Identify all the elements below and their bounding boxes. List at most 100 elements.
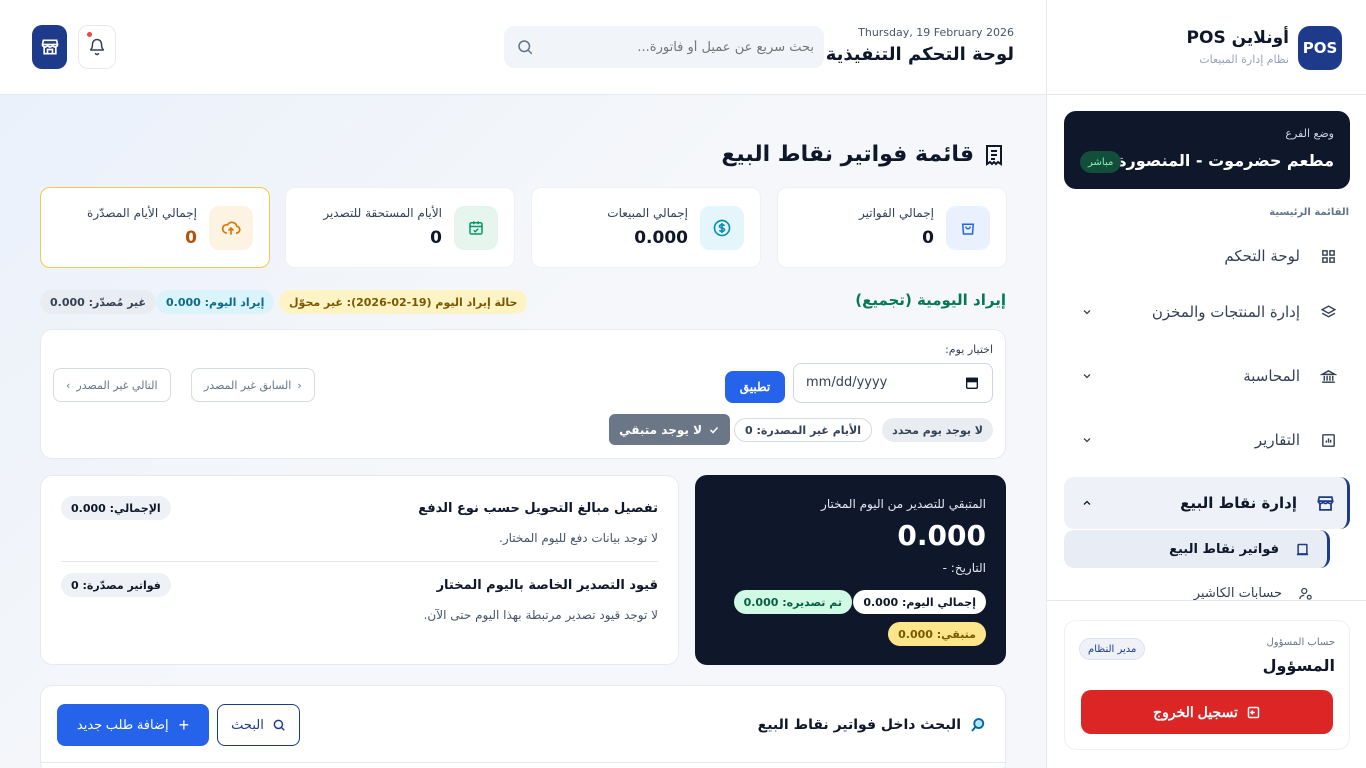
remaining-date: التاريخ: - bbox=[942, 561, 986, 575]
stat-days-due-export: الأيام المستحقة للتصدير 0 bbox=[285, 187, 515, 268]
search-button-label: البحث bbox=[231, 717, 264, 733]
stat-value: 0 bbox=[922, 228, 934, 248]
export-empty-text: لا توجد قيود تصدير مرتبطة بهذا اليوم حتى… bbox=[423, 608, 658, 622]
search-icon bbox=[518, 40, 533, 55]
brand-name: أونلاين POS bbox=[1186, 28, 1289, 48]
nav-item-products[interactable]: إدارة المنتجات والمخزن bbox=[1064, 287, 1350, 337]
role-badge: مدير النظام bbox=[1079, 638, 1146, 660]
account-name: المسؤول bbox=[1262, 656, 1335, 675]
stat-total-sales: إجمالي المبيعات 0.000 bbox=[531, 187, 761, 268]
chevron-down-icon[interactable] bbox=[1080, 369, 1094, 383]
calendar-check-icon bbox=[454, 206, 498, 250]
no-remaining-chip: لا يوجد متبقي bbox=[609, 414, 730, 445]
nav-item-label: لوحة التحكم bbox=[1224, 247, 1300, 265]
divider bbox=[41, 762, 1007, 763]
grid-icon bbox=[1318, 246, 1338, 266]
exported-invoices-pill: فواتير مصدّرة: 0 bbox=[61, 573, 171, 597]
chevron-up-icon[interactable] bbox=[1080, 496, 1094, 510]
date-input[interactable]: mm/dd/yyyy bbox=[793, 363, 993, 403]
stat-value: 0 bbox=[185, 228, 197, 248]
branch-label: وضع الفرع bbox=[1285, 127, 1334, 140]
nav-item-dashboard[interactable]: لوحة التحكم bbox=[1064, 231, 1350, 281]
bell-icon bbox=[89, 38, 105, 56]
stat-label: الأيام المستحقة للتصدير bbox=[323, 206, 442, 220]
day-filter-card: اختيار يوم: mm/dd/yyyy تطبيق ‹ السابق غي… bbox=[40, 329, 1006, 459]
no-day-chip: لا يوجد يوم محدد bbox=[882, 418, 993, 442]
nav-item-reports[interactable]: التقارير bbox=[1064, 415, 1350, 465]
remaining-export-card: المتبقي للتصدير من اليوم المختار 0.000 ا… bbox=[695, 475, 1006, 665]
stat-label: إجمالي الفواتير bbox=[859, 206, 934, 220]
left-pill: متبقي: 0.000 bbox=[888, 622, 986, 646]
prev-unexported-button[interactable]: ‹ السابق غير المصدر bbox=[191, 368, 315, 402]
no-remaining-label: لا يوجد متبقي bbox=[619, 422, 702, 437]
nav-section-title: القائمة الرئيسية bbox=[1269, 207, 1349, 218]
next-label: التالي غير المصدر bbox=[76, 378, 158, 392]
add-order-label: إضافة طلب جديد bbox=[76, 717, 169, 732]
nav-item-accounting[interactable]: المحاسبة bbox=[1064, 351, 1350, 401]
nav-item-label: إدارة المنتجات والمخزن bbox=[1151, 303, 1300, 321]
notification-dot bbox=[87, 32, 92, 37]
live-badge: مباشر bbox=[1080, 151, 1122, 173]
quick-search[interactable] bbox=[504, 26, 824, 68]
exported-pill: تم تصديره: 0.000 bbox=[733, 590, 852, 614]
bank-icon bbox=[1318, 366, 1338, 386]
day-picker-label: اختيار يوم: bbox=[945, 343, 993, 356]
invoice-search-card: البحث داخل فواتير نقاط البيع البحث + إضا… bbox=[40, 685, 1007, 768]
export-entries-title: قيود التصدير الخاصة باليوم المختار bbox=[436, 578, 658, 593]
transfer-title: تفصيل مبالغ التحويل حسب نوع الدفع bbox=[418, 501, 658, 516]
apply-button[interactable]: تطبيق bbox=[725, 371, 785, 403]
stat-label: إجمالي الأيام المصدّرة bbox=[87, 206, 197, 220]
top-header: Thursday, 19 February 2026 لوحة التحكم ا… bbox=[0, 0, 1046, 95]
nav-item-label: التقارير bbox=[1254, 431, 1300, 449]
divider bbox=[61, 561, 658, 562]
notifications-button[interactable] bbox=[78, 25, 116, 69]
stat-value: 0 bbox=[430, 228, 442, 248]
account-label: حساب المسؤول bbox=[1266, 637, 1335, 648]
brand-header: POS أونلاين POS نظام إدارة المبيعات bbox=[1047, 0, 1366, 95]
sub-item-label: حسابات الكاشير bbox=[1193, 585, 1282, 601]
transfer-total-pill: الإجمالي: 0.000 bbox=[61, 496, 171, 520]
search-section-title: البحث داخل فواتير نقاط البيع bbox=[757, 717, 961, 733]
stat-exported-days: إجمالي الأيام المصدّرة 0 bbox=[40, 187, 270, 268]
sub-item-pos-invoices[interactable]: فواتير نقاط البيع bbox=[1064, 530, 1330, 568]
logout-label: تسجيل الخروج bbox=[1153, 703, 1238, 720]
brand-logo: POS bbox=[1298, 26, 1342, 70]
stat-value: 0.000 bbox=[634, 228, 688, 248]
nav-item-label: إدارة نقاط البيع bbox=[1180, 494, 1297, 512]
sidebar: POS أونلاين POS نظام إدارة المبيعات وضع … bbox=[1046, 0, 1366, 768]
nav-item-label: المحاسبة bbox=[1243, 367, 1300, 385]
search-icon bbox=[273, 719, 285, 731]
quick-search-input[interactable] bbox=[544, 26, 814, 68]
chevron-down-icon[interactable] bbox=[1080, 433, 1094, 447]
cloud-upload-icon bbox=[209, 206, 253, 250]
main-content: قائمة فواتير نقاط البيع إجمالي الفواتير … bbox=[0, 95, 1046, 768]
logout-icon bbox=[1247, 706, 1260, 718]
plus-icon: + bbox=[178, 715, 190, 735]
store-button[interactable] bbox=[32, 25, 67, 69]
transfer-details-card: تفصيل مبالغ التحويل حسب نوع الدفع الإجما… bbox=[40, 475, 679, 665]
remaining-value: 0.000 bbox=[897, 519, 986, 552]
prev-label: السابق غير المصدر bbox=[204, 378, 292, 392]
chevron-down-icon[interactable] bbox=[1080, 305, 1094, 319]
receipt-icon bbox=[986, 145, 1002, 166]
daily-status-badge: حالة إيراد اليوم (19-02-2026): غير محوّل bbox=[279, 290, 528, 314]
next-unexported-button[interactable]: التالي غير المصدر › bbox=[53, 368, 171, 402]
logout-button[interactable]: تسجيل الخروج bbox=[1081, 690, 1333, 734]
add-order-button[interactable]: + إضافة طلب جديد bbox=[57, 704, 209, 746]
magnifier-icon bbox=[971, 718, 985, 732]
stat-label: إجمالي المبيعات bbox=[607, 206, 688, 220]
dollar-icon bbox=[700, 206, 744, 250]
chevron-right-icon: ‹ bbox=[297, 378, 302, 392]
branch-card: وضع الفرع مطعم حضرموت - المنصورة مباشر bbox=[1064, 111, 1350, 189]
brand-subtitle: نظام إدارة المبيعات bbox=[1199, 53, 1289, 66]
daily-revenue-title: إيراد اليومية (تجميع) bbox=[855, 291, 1006, 309]
layers-icon bbox=[1318, 302, 1338, 322]
branch-name: مطعم حضرموت - المنصورة bbox=[1117, 151, 1334, 170]
receipt-icon bbox=[1293, 540, 1311, 558]
transfer-empty-text: لا توجد بيانات دفع لليوم المختار. bbox=[499, 531, 658, 545]
nav-item-pos-management[interactable]: إدارة نقاط البيع bbox=[1064, 477, 1350, 529]
header-date: Thursday, 19 February 2026 bbox=[858, 26, 1014, 39]
store-icon bbox=[1315, 493, 1335, 513]
unexported-days-chip: الأيام غير المصدرة: 0 bbox=[734, 418, 872, 442]
search-button[interactable]: البحث bbox=[217, 704, 300, 746]
